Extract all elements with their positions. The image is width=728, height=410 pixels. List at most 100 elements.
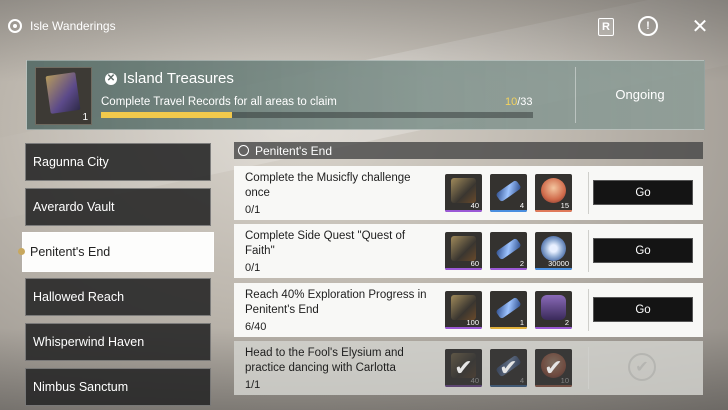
banner-status: Ongoing	[615, 87, 665, 102]
banner-reward-count: 1	[82, 112, 88, 123]
reward-quality-strip	[535, 327, 572, 329]
treasure-book-icon	[45, 72, 81, 114]
reward-item[interactable]: 40	[445, 174, 482, 212]
section-header: Penitent's End	[234, 142, 703, 159]
reward-item[interactable]: 60	[445, 232, 482, 270]
task-divider	[588, 172, 589, 214]
reward-item[interactable]: 2	[535, 291, 572, 329]
task-description: Complete the Musicfly challenge once	[245, 172, 411, 199]
banner-divider	[575, 67, 576, 123]
completed-check-icon: ✔	[628, 353, 656, 381]
task-description: Head to the Fool's Elysium and practice …	[245, 347, 404, 374]
sidebar-item[interactable]: Penitent's End	[18, 232, 214, 272]
location-icon	[238, 145, 249, 156]
reward-quality-strip	[535, 210, 572, 212]
chest-icon	[541, 178, 566, 203]
crystal-tube-icon	[495, 296, 522, 320]
reward-item[interactable]: 2	[490, 232, 527, 270]
reward-item[interactable]: 15	[535, 174, 572, 212]
book-icon	[451, 236, 476, 261]
reward-item[interactable]: 30000	[535, 232, 572, 270]
reward-item[interactable]: 1	[490, 291, 527, 329]
sidebar-item[interactable]: Ragunna City	[25, 143, 211, 181]
task-description: Reach 40% Exploration Progress in Penite…	[245, 289, 427, 316]
shell-coin-icon	[541, 236, 566, 261]
task-progress: 1/1	[245, 379, 261, 391]
map-pin-icon	[8, 19, 22, 33]
go-button[interactable]: Go	[593, 238, 693, 263]
close-icon[interactable]: ✕	[690, 16, 710, 38]
reward-quality-strip	[490, 210, 527, 212]
sidebar-item-label: Hallowed Reach	[33, 290, 125, 304]
reward-count: 100	[466, 318, 479, 327]
reward-item[interactable]: 10✔	[535, 349, 572, 387]
sidebar-item[interactable]: Hallowed Reach	[25, 278, 211, 316]
reward-count: 60	[470, 259, 479, 268]
banner-title-text: Island Treasures	[123, 70, 234, 87]
task-description: Complete Side Quest "Quest of Faith"	[245, 230, 406, 257]
reward-item[interactable]: 100	[445, 291, 482, 329]
reward-item[interactable]: 40✔	[445, 349, 482, 387]
reward-item[interactable]: 4	[490, 174, 527, 212]
banner-progress-count: 10/33	[505, 96, 533, 108]
alert-icon[interactable]: !	[638, 16, 658, 36]
reward-count: 40	[470, 201, 479, 210]
section-title: Penitent's End	[255, 143, 333, 158]
task-row: Complete Side Quest "Quest of Faith" 0/1 6…	[234, 224, 703, 278]
reward-quality-strip	[535, 268, 572, 270]
book-icon	[451, 295, 476, 320]
banner-progress-fill	[101, 112, 232, 118]
task-progress: 0/1	[245, 204, 261, 216]
reward-quality-strip	[490, 327, 527, 329]
app-title: Isle Wanderings	[8, 16, 116, 36]
go-button[interactable]: Go	[593, 297, 693, 322]
reward-item[interactable]: 4✔	[490, 349, 527, 387]
claimed-check-icon: ✔	[490, 349, 527, 387]
book-icon	[451, 178, 476, 203]
banner-progress-total: /33	[517, 96, 533, 108]
reward-count: 4	[519, 201, 524, 210]
active-indicator-icon	[18, 248, 25, 255]
r-key-icon[interactable]: R	[598, 18, 614, 36]
task-row: Head to the Fool's Elysium and practice …	[234, 341, 703, 395]
task-progress: 0/1	[245, 262, 261, 274]
banner-progress-current: 10	[505, 96, 518, 108]
task-progress: 6/40	[245, 321, 267, 333]
banner-progress-bar	[101, 112, 533, 118]
sidebar-item-label: Ragunna City	[33, 155, 109, 169]
reward-count: 30000	[548, 259, 569, 268]
reward-quality-strip	[490, 268, 527, 270]
claimed-check-icon: ✔	[535, 349, 572, 387]
go-button[interactable]: Go	[593, 180, 693, 205]
sidebar-item[interactable]: Averardo Vault	[25, 188, 211, 226]
reward-count: 2	[519, 259, 524, 268]
reward-count: 15	[560, 201, 569, 210]
x-badge-icon: ✕	[105, 72, 117, 85]
task-row: Complete the Musicfly challenge once 0/1 4…	[234, 166, 703, 220]
sidebar-item[interactable]: Nimbus Sanctum	[25, 368, 211, 406]
crystal-tube-icon	[495, 237, 522, 261]
banner-subtitle: Complete Travel Records for all areas to…	[101, 96, 337, 108]
sidebar-item[interactable]: Whisperwind Haven	[25, 323, 211, 361]
sidebar-item-label: Whisperwind Haven	[33, 335, 145, 349]
reward-count: 2	[564, 318, 569, 327]
reward-quality-strip	[445, 327, 482, 329]
task-divider	[588, 289, 589, 331]
sidebar-item-label: Penitent's End	[30, 245, 111, 259]
app-title-text: Isle Wanderings	[30, 19, 116, 33]
device-icon	[541, 295, 566, 320]
sidebar-item-label: Nimbus Sanctum	[33, 380, 129, 394]
banner-reward[interactable]: 1	[35, 67, 92, 125]
task-divider	[588, 347, 589, 389]
sidebar-item-label: Averardo Vault	[33, 200, 115, 214]
task-row: Reach 40% Exploration Progress in Penite…	[234, 283, 703, 337]
island-treasures-banner: 1 ✕ Island Treasures Complete Travel Rec…	[26, 60, 705, 130]
banner-title: ✕ Island Treasures	[105, 70, 234, 87]
crystal-tube-icon	[495, 179, 522, 203]
top-bar: Isle Wanderings R ! ✕	[0, 0, 728, 52]
claimed-check-icon: ✔	[445, 349, 482, 387]
reward-quality-strip	[445, 210, 482, 212]
reward-quality-strip	[445, 268, 482, 270]
task-divider	[588, 230, 589, 272]
reward-count: 1	[519, 318, 524, 327]
